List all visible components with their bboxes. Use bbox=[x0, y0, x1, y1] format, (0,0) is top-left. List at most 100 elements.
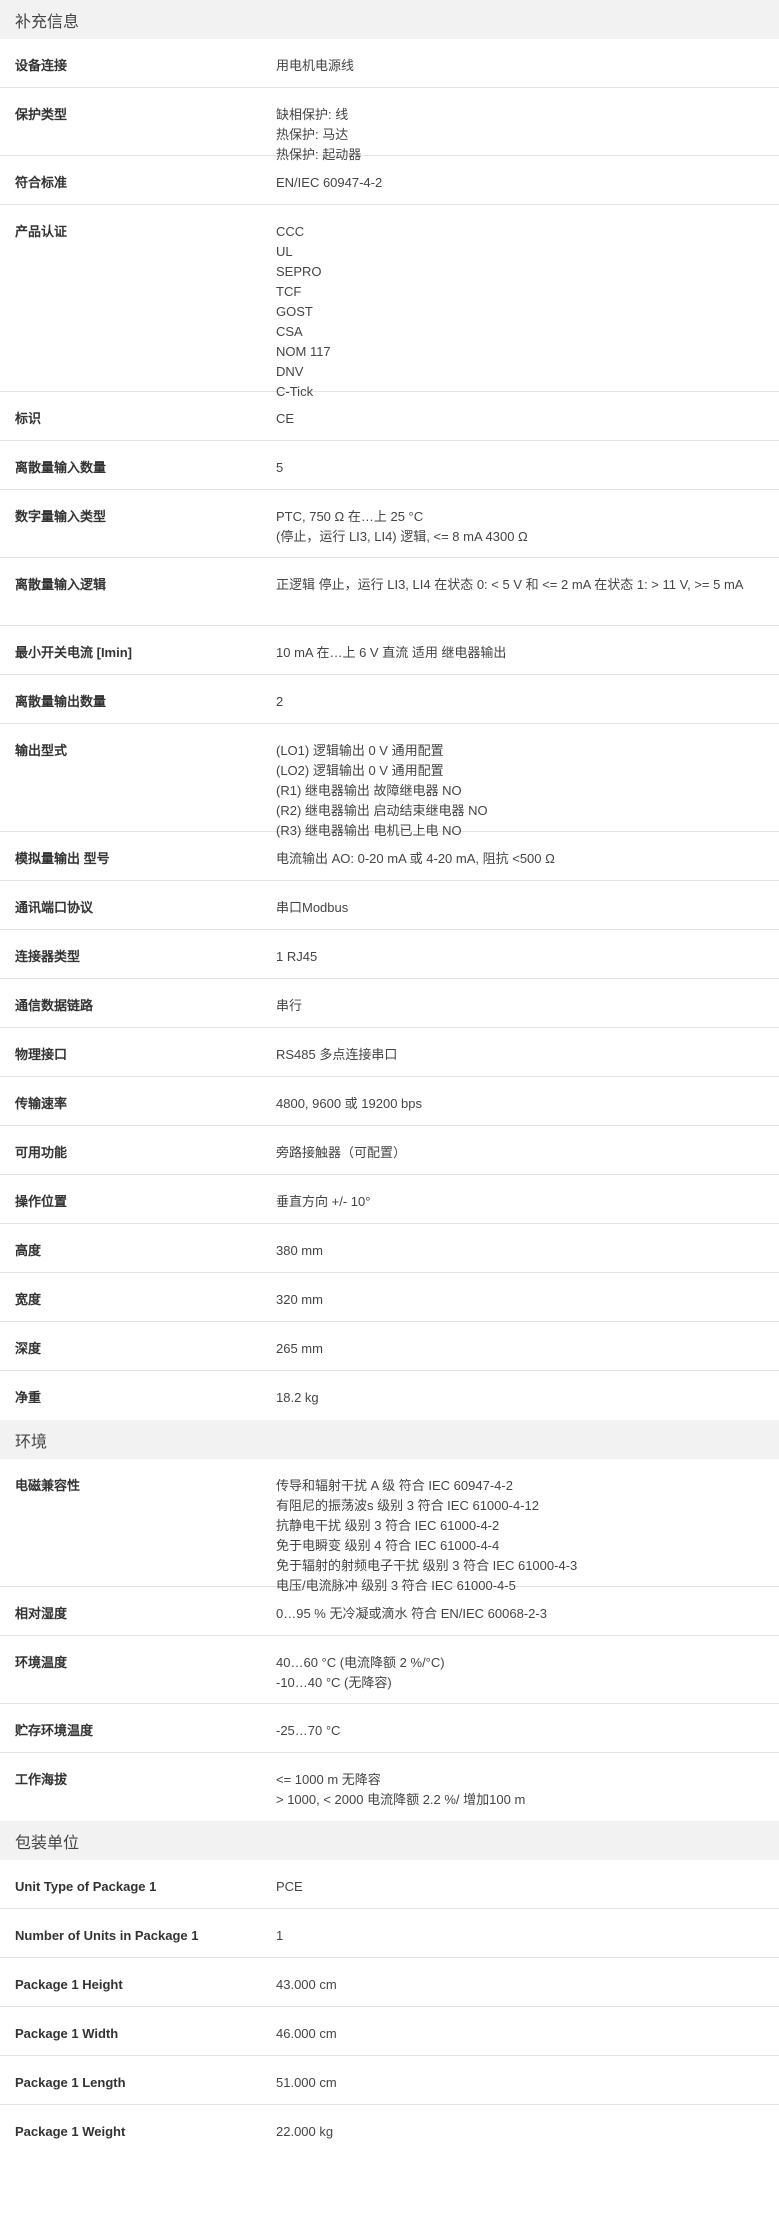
spec-value: 正逻辑 停止，运行 LI3, LI4 在状态 0: < 5 V 和 <= 2 m… bbox=[276, 577, 744, 592]
spec-row: Package 1 Weight 22.000 kg bbox=[0, 2105, 779, 2154]
spec-row: 离散量输入数量 5 bbox=[0, 441, 779, 490]
spec-values: 22.000 kg bbox=[276, 2122, 779, 2144]
spec-value: 265 mm bbox=[276, 1341, 323, 1356]
spec-label: 净重 bbox=[15, 1390, 42, 1405]
spec-value: DNV bbox=[276, 364, 304, 379]
spec-value: 有阻尼的振荡波s 级别 3 符合 IEC 61000-4-12 bbox=[276, 1498, 539, 1513]
spec-label: Unit Type of Package 1 bbox=[15, 1879, 157, 1894]
spec-row: Number of Units in Package 1 1 bbox=[0, 1909, 779, 1958]
spec-value: 18.2 kg bbox=[276, 1390, 319, 1405]
spec-row: 最小开关电流 [Imin] 10 mA 在…上 6 V 直流 适用 继电器输出 bbox=[0, 626, 779, 675]
spec-values: 用电机电源线 bbox=[276, 56, 779, 77]
spec-values: 265 mm bbox=[276, 1339, 779, 1360]
spec-page: 补充信息 设备连接 用电机电源线保护类型 缺相保护: 线热保护: 马达 热保护: 起动器… bbox=[0, 0, 779, 2154]
spec-label: 产品认证 bbox=[15, 224, 68, 239]
spec-label: 通信数据链路 bbox=[15, 998, 94, 1013]
spec-value: -25…70 °C bbox=[276, 1723, 341, 1738]
spec-label: Package 1 Weight bbox=[15, 2124, 126, 2139]
spec-row: 输出型式 (LO1) 逻辑输出 0 V 通用配置 (LO2) 逻辑输出 0 V 通用… bbox=[0, 724, 779, 838]
spec-value: NOM 117 bbox=[276, 344, 331, 359]
spec-values: 1 bbox=[276, 1926, 779, 1947]
spec-values: 0…95 % 无冷凝或滴水 符合 EN/IEC 60068-2-3 bbox=[276, 1604, 779, 1625]
spec-value: 电压/电流脉冲 级别 3 符合 IEC 61000-4-5 bbox=[276, 1578, 516, 1593]
spec-values: 18.2 kg bbox=[276, 1388, 779, 1410]
spec-label: 贮存环境温度 bbox=[15, 1723, 94, 1738]
spec-value: CE bbox=[276, 411, 295, 426]
spec-values: EN/IEC 60947-4-2 bbox=[276, 173, 779, 194]
spec-value: 43.000 cm bbox=[276, 1977, 337, 1992]
spec-label: 最小开关电流 [Imin] bbox=[15, 645, 132, 660]
spec-values: 缺相保护: 线热保护: 马达 热保护: 起动器 bbox=[276, 105, 779, 162]
spec-value: 传导和辐射干扰 A 级 符合 IEC 60947-4-2 bbox=[276, 1478, 513, 1493]
spec-label: 环境温度 bbox=[15, 1655, 68, 1670]
spec-value: CSA bbox=[276, 324, 303, 339]
spec-label: Package 1 Length bbox=[15, 2075, 126, 2090]
spec-row: 宽度 320 mm bbox=[0, 1273, 779, 1322]
spec-values: 43.000 cm bbox=[276, 1975, 779, 1996]
section-header: 补充信息 bbox=[0, 0, 779, 39]
spec-value: (LO1) 逻辑输出 0 V 通用配置 bbox=[276, 743, 444, 758]
spec-label: 离散量输出数量 bbox=[15, 694, 107, 709]
spec-row: 通信数据链路 串行 bbox=[0, 979, 779, 1028]
spec-value: 1 bbox=[276, 1928, 284, 1943]
spec-label: 模拟量输出 型号 bbox=[15, 851, 110, 866]
spec-value: 缺相保护: 线 bbox=[276, 107, 349, 122]
spec-values: 40…60 °C (电流降额 2 %/°C) -10…40 °C (无降容) bbox=[276, 1653, 779, 1693]
spec-label: Package 1 Width bbox=[15, 2026, 119, 2041]
spec-row: 贮存环境温度 -25…70 °C bbox=[0, 1704, 779, 1753]
spec-value: 5 bbox=[276, 460, 284, 475]
spec-row: 设备连接 用电机电源线 bbox=[0, 39, 779, 88]
spec-label: 宽度 bbox=[15, 1292, 42, 1307]
spec-value: 2 bbox=[276, 694, 284, 709]
spec-value: PTC, 750 Ω 在…上 25 °C bbox=[276, 509, 424, 524]
spec-value: (R3) 继电器输出 电机已上电 NO bbox=[276, 823, 462, 838]
spec-value: 51.000 cm bbox=[276, 2075, 337, 2090]
spec-label: 符合标准 bbox=[15, 175, 68, 190]
spec-value: 40…60 °C (电流降额 2 %/°C) bbox=[276, 1655, 445, 1670]
spec-value: 免于电瞬变 级别 4 符合 IEC 61000-4-4 bbox=[276, 1538, 500, 1553]
spec-value: 22.000 kg bbox=[276, 2124, 334, 2139]
spec-values: CCC UL SEPRO TCF GOST CSA NOM 117 DNV C-Tick bbox=[276, 222, 779, 399]
spec-row: 物理接口 RS485 多点连接串口 bbox=[0, 1028, 779, 1077]
spec-row: 产品认证 CCC UL SEPRO TCF GOST CSA NOM 117 DNV C-Tick bbox=[0, 205, 779, 399]
spec-value: (停止，运行 LI3, LI4) 逻辑, <= 8 mA 4300 Ω bbox=[276, 529, 528, 544]
spec-values: 10 mA 在…上 6 V 直流 适用 继电器输出 bbox=[276, 643, 779, 664]
spec-row: Package 1 Length 51.000 cm bbox=[0, 2056, 779, 2105]
spec-value: EN/IEC 60947-4-2 bbox=[276, 175, 383, 190]
spec-row: 保护类型 缺相保护: 线热保护: 马达 热保护: 起动器 bbox=[0, 88, 779, 162]
spec-value: 热保护: 马达 bbox=[276, 127, 349, 142]
spec-label: 高度 bbox=[15, 1243, 42, 1258]
spec-value: PCE bbox=[276, 1879, 303, 1894]
spec-value: 电流输出 AO: 0-20 mA 或 4-20 mA, 阻抗 <500 Ω bbox=[276, 851, 555, 866]
spec-row: 深度 265 mm bbox=[0, 1322, 779, 1371]
spec-label: 通讯端口协议 bbox=[15, 900, 94, 915]
spec-value: GOST bbox=[276, 304, 313, 319]
spec-value: CCC bbox=[276, 224, 305, 239]
spec-values: <= 1000 m 无降容 > 1000, < 2000 电流降额 2.2 %/ … bbox=[276, 1770, 779, 1811]
spec-value: 0…95 % 无冷凝或滴水 符合 EN/IEC 60068-2-3 bbox=[276, 1606, 547, 1621]
spec-label: 保护类型 bbox=[15, 107, 68, 122]
spec-value: 46.000 cm bbox=[276, 2026, 337, 2041]
spec-value: (LO2) 逻辑输出 0 V 通用配置 bbox=[276, 763, 444, 778]
spec-values: 5 bbox=[276, 458, 779, 479]
spec-values: 46.000 cm bbox=[276, 2024, 779, 2045]
section-header: 环境 bbox=[0, 1420, 779, 1459]
spec-row: 离散量输入逻辑 正逻辑 停止，运行 LI3, LI4 在状态 0: < 5 V 和… bbox=[0, 558, 779, 626]
section-header: 包装单位 bbox=[0, 1821, 779, 1860]
spec-values: 4800, 9600 或 19200 bps bbox=[276, 1094, 779, 1115]
spec-row: 可用功能 旁路接触器（可配置） bbox=[0, 1126, 779, 1175]
spec-label: 深度 bbox=[15, 1341, 42, 1356]
spec-label: 离散量输入数量 bbox=[15, 460, 107, 475]
spec-values: 320 mm bbox=[276, 1290, 779, 1311]
spec-values: 电流输出 AO: 0-20 mA 或 4-20 mA, 阻抗 <500 Ω bbox=[276, 849, 779, 870]
spec-row: 净重 18.2 kg bbox=[0, 1371, 779, 1420]
spec-value: 1 RJ45 bbox=[276, 949, 318, 964]
spec-values: -25…70 °C bbox=[276, 1721, 779, 1742]
spec-row: 高度 380 mm bbox=[0, 1224, 779, 1273]
spec-value: (R2) 继电器输出 启动结束继电器 NO bbox=[276, 803, 488, 818]
spec-value: SEPRO bbox=[276, 264, 322, 279]
spec-value: (R1) 继电器输出 故障继电器 NO bbox=[276, 783, 462, 798]
spec-label: Package 1 Height bbox=[15, 1977, 123, 1992]
spec-values: 2 bbox=[276, 692, 779, 713]
spec-row: 连接器类型 1 RJ45 bbox=[0, 930, 779, 979]
